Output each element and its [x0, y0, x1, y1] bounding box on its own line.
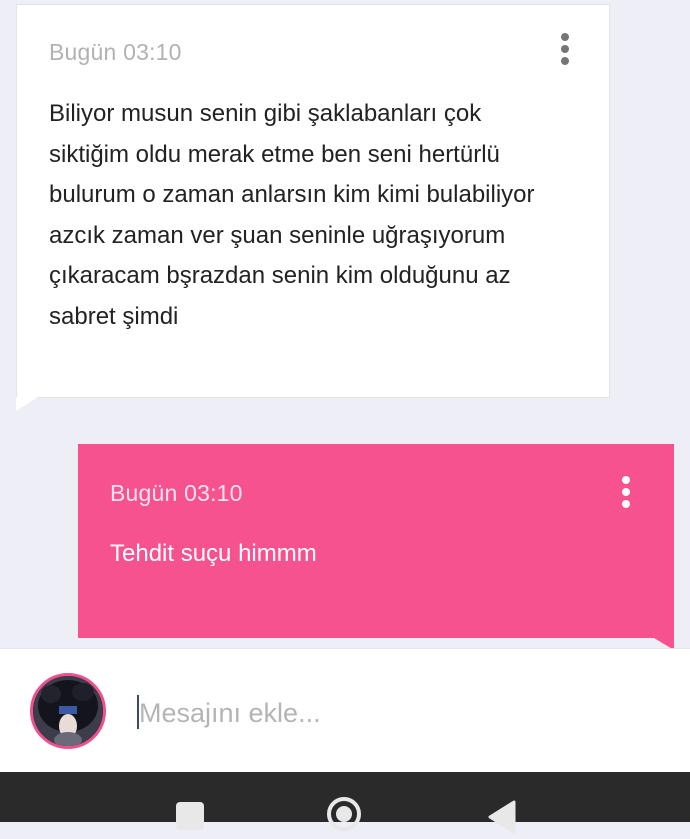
text-cursor: [137, 695, 139, 729]
menu-dot: [622, 488, 630, 496]
menu-dot: [561, 45, 569, 53]
system-navigation-bar: [0, 772, 690, 834]
menu-dot: [622, 500, 630, 508]
triangle-back-icon[interactable]: [486, 800, 516, 834]
more-vert-icon[interactable]: [555, 33, 575, 65]
outgoing-message-bubble: Bugün 03:10 Tehdit suçu himmm: [78, 444, 674, 650]
circle-icon[interactable]: [326, 796, 362, 832]
message-input-wrapper: [137, 693, 659, 733]
avatar[interactable]: [30, 673, 106, 749]
message-timestamp: Bugün 03:10: [110, 480, 243, 506]
message-text: Tehdit suçu himmm: [110, 540, 317, 567]
message-timestamp: Bugün 03:10: [49, 39, 182, 65]
more-vert-icon[interactable]: [616, 476, 636, 508]
message-text: Biliyor musun senin gibi şaklabanları ço…: [49, 100, 535, 330]
bubble-tail: [16, 397, 38, 411]
menu-dot: [561, 57, 569, 65]
message-composer: [0, 648, 690, 772]
menu-dot: [561, 33, 569, 41]
square-icon[interactable]: [176, 802, 204, 830]
menu-dot: [622, 476, 630, 484]
incoming-message-bubble: Bugün 03:10 Biliyor musun senin gibi şak…: [16, 4, 610, 411]
avatar-image: [33, 676, 103, 746]
message-input[interactable]: [137, 693, 659, 733]
